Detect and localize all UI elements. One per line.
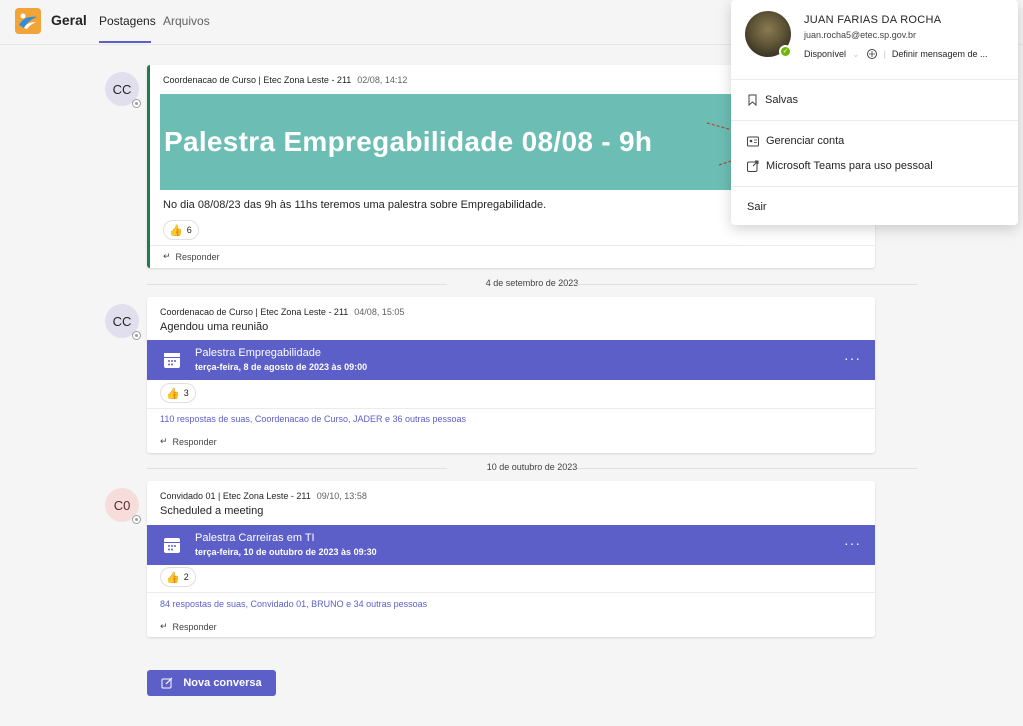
- channel-name: Geral: [51, 12, 87, 28]
- meeting-title: Palestra Carreiras em TI: [195, 532, 315, 544]
- reply-icon: ↵: [160, 621, 168, 631]
- post-card: Coordenacao de Curso | Etec Zona Leste -…: [147, 297, 875, 453]
- post-meta: Convidado 01 | Etec Zona Leste - 211 09/1…: [160, 491, 367, 501]
- post-card: Convidado 01 | Etec Zona Leste - 211 09/1…: [147, 481, 875, 637]
- calendar-icon: [164, 538, 180, 553]
- reaction-count: 2: [183, 572, 189, 582]
- new-conversation-button[interactable]: Nova conversa: [147, 670, 276, 696]
- profile-status-row: Disponível ⌄ | Definir mensagem de ...: [804, 48, 987, 60]
- like-reaction[interactable]: 👍 6: [163, 220, 199, 240]
- meeting-card[interactable]: Palestra Carreiras em TI terça-feira, 10…: [147, 525, 875, 565]
- location-icon[interactable]: [866, 48, 878, 60]
- meeting-date: terça-feira, 8 de agosto de 2023 às 09:0…: [195, 362, 368, 372]
- reply-icon: ↵: [163, 251, 171, 261]
- like-reaction[interactable]: 👍 2: [160, 567, 196, 587]
- presence-status-icon: [132, 515, 141, 524]
- banner-title: Palestra Empregabilidade 08/08 - 9h: [164, 126, 653, 157]
- status-selector[interactable]: Disponível: [804, 49, 846, 59]
- reply-button[interactable]: ↵ Responder: [160, 621, 217, 632]
- menu-divider: [731, 186, 1018, 187]
- active-tab-indicator: [99, 41, 151, 43]
- date-separator-label: 4 de setembro de 2023: [485, 278, 579, 288]
- menu-item-label: Microsoft Teams para uso pessoal: [766, 160, 933, 172]
- menu-item-label: Salvas: [765, 94, 799, 106]
- thumbs-up-icon: 👍: [166, 571, 180, 584]
- thumbs-up-icon: 👍: [166, 387, 180, 400]
- post-time: 02/08, 14:12: [357, 75, 408, 85]
- author-avatar[interactable]: CC: [105, 72, 141, 108]
- meeting-card[interactable]: Palestra Empregabilidade terça-feira, 8 …: [147, 340, 875, 380]
- reply-label: Responder: [175, 251, 220, 262]
- author-avatar[interactable]: CC: [105, 304, 141, 340]
- bookmark-icon: [748, 94, 757, 106]
- separator-line: [577, 468, 917, 469]
- more-options-icon[interactable]: ···: [844, 350, 861, 366]
- divider: [147, 408, 875, 409]
- post-meta: Coordenacao de Curso | Etec Zona Leste -…: [160, 307, 404, 317]
- menu-item-saved[interactable]: Salvas: [747, 94, 798, 106]
- avatar-initials: CC: [112, 81, 132, 97]
- profile-menu: ✓ JUAN FARIAS DA ROCHA juan.rocha5@etec.…: [731, 0, 1018, 225]
- profile-avatar[interactable]: ✓: [745, 11, 792, 58]
- reply-button[interactable]: ↵ Responder: [163, 251, 220, 262]
- external-link-icon: [747, 160, 759, 172]
- like-reaction[interactable]: 👍 3: [160, 383, 196, 403]
- reply-label: Responder: [172, 621, 217, 632]
- post-text: Agendou uma reunião: [160, 321, 269, 333]
- meeting-title: Palestra Empregabilidade: [195, 347, 321, 359]
- author-avatar[interactable]: C0: [105, 488, 141, 524]
- post-author: Coordenacao de Curso | Etec Zona Leste -…: [160, 307, 349, 317]
- date-separator: 4 de setembro de 2023: [147, 277, 917, 291]
- available-status-icon: ✓: [779, 45, 792, 58]
- menu-item-label: Sair: [747, 201, 767, 213]
- date-separator: 10 de outubro de 2023: [147, 461, 917, 475]
- status-message-button[interactable]: Definir mensagem de ...: [892, 49, 988, 59]
- post-time: 09/10, 13:58: [316, 491, 367, 501]
- post-time: 04/08, 15:05: [354, 307, 405, 317]
- profile-email: juan.rocha5@etec.sp.gov.br: [804, 30, 917, 40]
- more-options-icon[interactable]: ···: [844, 535, 861, 551]
- menu-item-teams-personal[interactable]: Microsoft Teams para uso pessoal: [747, 160, 933, 172]
- post-text: Scheduled a meeting: [160, 505, 264, 517]
- reaction-count: 6: [186, 225, 192, 235]
- post-meta: Coordenacao de Curso | Etec Zona Leste -…: [163, 75, 407, 85]
- new-conversation-label: Nova conversa: [183, 677, 262, 689]
- menu-divider: [731, 79, 1018, 80]
- tab-postagens[interactable]: Postagens: [99, 14, 156, 28]
- thumbs-up-icon: 👍: [169, 224, 183, 237]
- id-card-icon: [747, 136, 759, 146]
- separator-line: [577, 284, 917, 285]
- date-separator-label: 10 de outubro de 2023: [486, 462, 578, 472]
- team-icon[interactable]: [15, 8, 41, 34]
- avatar-initials: CC: [112, 313, 132, 329]
- calendar-icon: [164, 353, 180, 368]
- divider: [147, 592, 875, 593]
- divider-pipe: |: [883, 49, 886, 59]
- tab-arquivos[interactable]: Arquivos: [163, 14, 210, 28]
- reply-label: Responder: [172, 436, 217, 447]
- replies-summary-link[interactable]: 84 respostas de suas, Convidado 01, BRUN…: [160, 599, 427, 609]
- divider: [150, 245, 875, 246]
- chevron-down-icon[interactable]: ⌄: [852, 49, 860, 60]
- presence-status-icon: [132, 331, 141, 340]
- compose-icon: [161, 677, 173, 689]
- menu-divider: [731, 120, 1018, 121]
- reaction-count: 3: [183, 388, 189, 398]
- meeting-date: terça-feira, 10 de outubro de 2023 às 09…: [195, 547, 377, 557]
- menu-item-sign-out[interactable]: Sair: [747, 201, 767, 213]
- avatar-initials: C0: [113, 497, 131, 513]
- menu-item-label: Gerenciar conta: [766, 135, 845, 147]
- post-text: No dia 08/08/23 das 9h às 11hs teremos u…: [163, 199, 547, 211]
- post-author: Convidado 01 | Etec Zona Leste - 211: [160, 491, 311, 501]
- profile-name: JUAN FARIAS DA ROCHA: [804, 14, 942, 26]
- reply-icon: ↵: [160, 436, 168, 446]
- replies-summary-link[interactable]: 110 respostas de suas, Coordenacao de Cu…: [160, 414, 466, 424]
- reply-button[interactable]: ↵ Responder: [160, 436, 217, 447]
- menu-item-manage-account[interactable]: Gerenciar conta: [747, 135, 844, 147]
- post-author: Coordenacao de Curso | Etec Zona Leste -…: [163, 75, 352, 85]
- presence-status-icon: [132, 99, 141, 108]
